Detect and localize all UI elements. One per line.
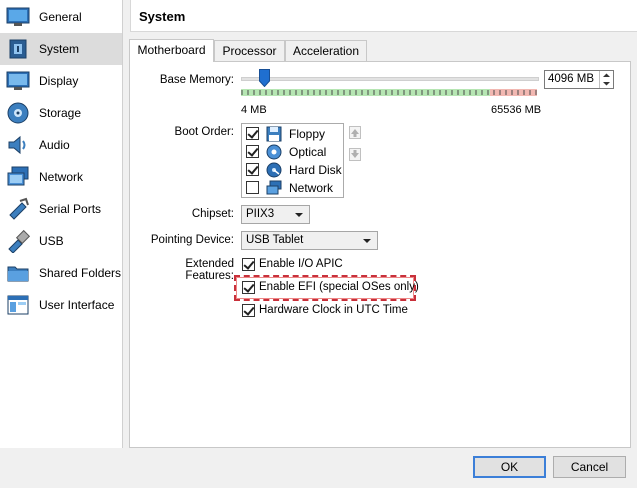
floppy-icon [266, 126, 282, 142]
sidebar-item-display[interactable]: Display [0, 65, 122, 97]
chipset-select[interactable]: PIIX3 [241, 205, 310, 224]
utc-clock-label: Hardware Clock in UTC Time [259, 304, 408, 316]
boot-item-label: Hard Disk [289, 163, 342, 177]
sidebar-item-audio[interactable]: Audio [0, 129, 122, 161]
user-interface-icon [6, 293, 30, 317]
base-memory-label: Base Memory: [159, 74, 234, 86]
sidebar-item-system[interactable]: System [0, 33, 122, 65]
move-up-button[interactable] [349, 126, 361, 139]
chevron-down-icon [295, 213, 303, 217]
ok-button[interactable]: OK [473, 456, 546, 478]
tab-processor[interactable]: Processor [214, 40, 285, 61]
page-header: System [130, 0, 637, 32]
pointing-device-value: USB Tablet [246, 234, 304, 246]
boot-item-hard-disk[interactable]: Hard Disk [242, 161, 343, 179]
memory-spinbox-value: 4096 MB [548, 73, 595, 85]
memory-slider-thumb[interactable] [259, 69, 270, 88]
memory-min-label: 4 MB [241, 104, 267, 116]
spinbox-arrows[interactable] [599, 71, 613, 88]
move-down-button[interactable] [349, 148, 361, 161]
chipset-value: PIIX3 [246, 208, 275, 220]
boot-item-network[interactable]: Network [242, 179, 343, 197]
boot-item-floppy[interactable]: Floppy [242, 125, 343, 143]
sidebar-item-label: Audio [39, 138, 70, 152]
boot-order-label: Boot Order: [174, 126, 234, 138]
boot-item-label: Floppy [289, 127, 326, 141]
chipset-label: Chipset: [191, 208, 234, 220]
boot-floppy-checkbox[interactable] [246, 127, 259, 140]
utc-clock-checkbox[interactable] [242, 304, 255, 317]
sidebar-item-label: General [39, 10, 82, 24]
sidebar-item-serial-ports[interactable]: Serial Ports [0, 193, 122, 225]
extended-features-label: Extended Features: [185, 258, 234, 282]
utc-clock-option[interactable]: Hardware Clock in UTC Time [242, 303, 412, 319]
sidebar-item-label: Network [39, 170, 84, 184]
tab-acceleration[interactable]: Acceleration [285, 40, 367, 61]
page-title: System [139, 9, 186, 24]
settings-sidebar: General System Display Storage Audio Net… [0, 0, 123, 448]
io-apic-option[interactable]: Enable I/O APIC [242, 257, 412, 273]
sidebar-item-shared-folders[interactable]: Shared Folders [0, 257, 122, 289]
sidebar-item-general[interactable]: General [0, 1, 122, 33]
boot-order-list: Floppy Optical Hard Disk Network [241, 123, 344, 198]
sidebar-item-network[interactable]: Network [0, 161, 122, 193]
memory-slider-ticks [241, 90, 537, 95]
system-chip-icon [6, 37, 30, 61]
boot-item-optical[interactable]: Optical [242, 143, 343, 161]
memory-slider-track[interactable] [241, 77, 539, 81]
boot-optical-checkbox[interactable] [246, 145, 259, 158]
hard-disk-icon [266, 162, 282, 178]
memory-spinbox[interactable]: 4096 MB [544, 70, 614, 89]
efi-option[interactable]: Enable EFI (special OSes only) [242, 280, 419, 296]
optical-disc-icon [266, 144, 282, 160]
network-boot-icon [266, 180, 282, 196]
boot-item-label: Network [289, 181, 334, 195]
chevron-down-icon [363, 239, 371, 243]
efi-label: Enable EFI (special OSes only) [259, 281, 419, 293]
pointing-device-select[interactable]: USB Tablet [241, 231, 378, 250]
sidebar-item-label: USB [39, 234, 64, 248]
audio-speaker-icon [6, 133, 30, 157]
cancel-button[interactable]: Cancel [553, 456, 626, 478]
pointing-device-label: Pointing Device: [150, 234, 234, 246]
sidebar-item-usb[interactable]: USB [0, 225, 122, 257]
sidebar-item-label: Display [39, 74, 79, 88]
sidebar-item-label: System [39, 42, 80, 56]
sidebar-item-user-interface[interactable]: User Interface [0, 289, 122, 321]
shared-folder-icon [6, 261, 30, 285]
io-apic-label: Enable I/O APIC [259, 258, 343, 270]
network-icon [6, 165, 30, 189]
sidebar-item-label: Serial Ports [39, 202, 102, 216]
sidebar-item-storage[interactable]: Storage [0, 97, 122, 129]
boot-hard-disk-checkbox[interactable] [246, 163, 259, 176]
monitor-general-icon [6, 5, 30, 29]
sidebar-item-label: User Interface [39, 298, 115, 312]
efi-checkbox[interactable] [242, 281, 255, 294]
serial-port-icon [6, 197, 30, 221]
boot-item-label: Optical [289, 145, 327, 159]
storage-disk-icon [6, 101, 30, 125]
boot-network-checkbox[interactable] [246, 181, 259, 194]
display-icon [6, 69, 30, 93]
memory-max-label: 65536 MB [491, 104, 542, 116]
sidebar-item-label: Storage [39, 106, 82, 120]
motherboard-panel [129, 61, 631, 448]
sidebar-item-label: Shared Folders [39, 266, 122, 280]
usb-icon [6, 229, 31, 254]
tab-motherboard[interactable]: Motherboard [129, 39, 214, 62]
io-apic-checkbox[interactable] [242, 258, 255, 271]
